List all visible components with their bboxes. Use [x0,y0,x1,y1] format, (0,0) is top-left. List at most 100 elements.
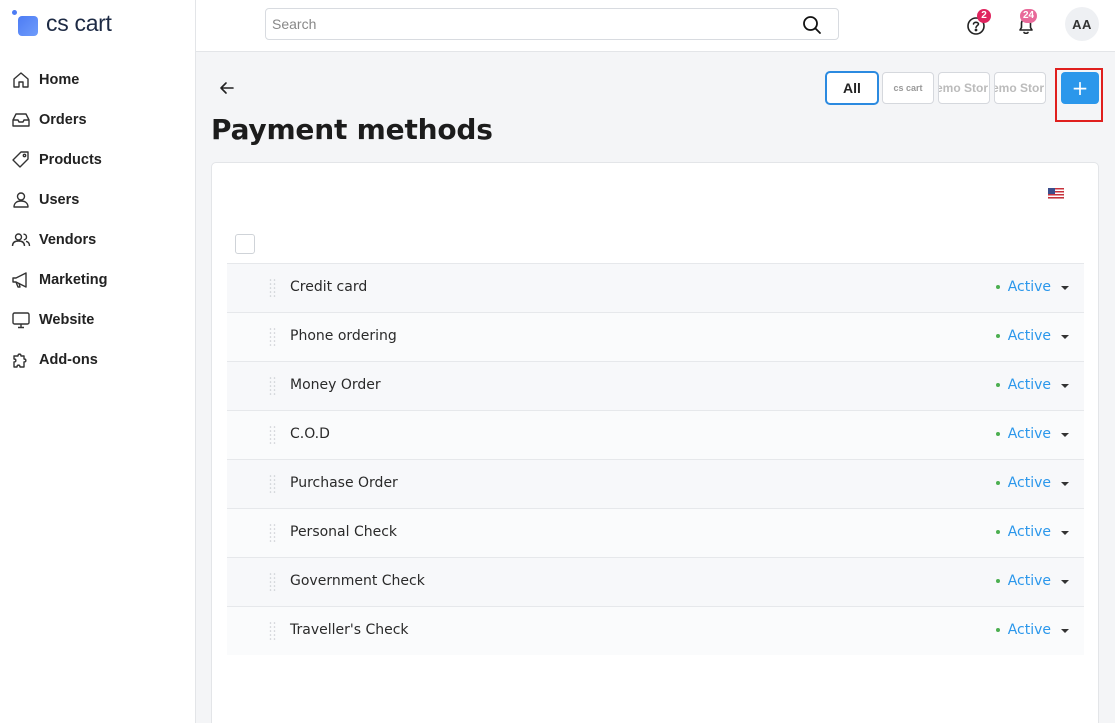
status-dot-icon [995,628,1000,632]
status-label: Active [1007,377,1051,393]
status-toggle[interactable]: Active [995,426,1051,442]
monitor-icon [12,312,30,329]
sidebar-nav: Home Orders Products Users Vendors Marke… [0,60,195,380]
store-filter-label: emo Stor [994,81,1045,95]
status-toggle[interactable]: Active [995,377,1051,393]
sidebar-item-orders[interactable]: Orders [0,100,195,140]
top-bar: 2 24 AA [196,0,1115,52]
status-dot-icon [995,530,1000,534]
payment-name[interactable]: Money Order [290,377,381,393]
status-toggle[interactable]: Active [995,279,1051,295]
logo-mark-icon [12,10,38,36]
users-icon [11,233,31,247]
sidebar-item-label: Website [39,312,95,328]
drag-handle-icon[interactable] [269,572,276,592]
payment-methods-list: Credit card Active Phone ordering Active… [227,263,1084,655]
logo[interactable]: cs cart [12,8,112,38]
store-filter-demo-store-2[interactable]: emo Stor [994,72,1046,104]
megaphone-icon [12,272,27,288]
avatar[interactable]: AA [1065,7,1099,41]
list-item[interactable]: Purchase Order Active [227,459,1084,508]
search-box [265,8,839,40]
list-item[interactable]: Personal Check Active [227,508,1084,557]
add-payment-button[interactable]: + [1061,72,1099,104]
list-item[interactable]: Government Check Active [227,557,1084,606]
sidebar: cs cart Home Orders Products Users Vendo… [0,0,196,723]
drag-handle-icon[interactable] [269,278,276,298]
status-label: Active [1007,573,1051,589]
status-dot-icon [995,334,1000,338]
sidebar-item-label: Marketing [39,272,108,288]
list-item[interactable]: Money Order Active [227,361,1084,410]
sidebar-item-label: Orders [39,112,87,128]
list-item[interactable]: C.O.D Active [227,410,1084,459]
chevron-down-icon[interactable] [1061,580,1069,584]
status-dot-icon [995,383,1000,387]
sidebar-item-home[interactable]: Home [0,60,195,100]
payment-name[interactable]: Phone ordering [290,328,397,344]
sidebar-item-add-ons[interactable]: Add-ons [0,340,195,380]
store-filter-label: cs cart [893,83,923,93]
status-label: Active [1007,475,1051,491]
chevron-down-icon[interactable] [1061,433,1069,437]
help-badge: 2 [977,9,991,23]
puzzle-icon [13,353,27,368]
logo-text: cs cart [46,9,112,36]
status-dot-icon [995,481,1000,485]
back-arrow-icon[interactable] [217,78,237,98]
list-item[interactable]: Credit card Active [227,263,1084,312]
payment-name[interactable]: Traveller's Check [290,622,409,638]
chevron-down-icon[interactable] [1061,286,1069,290]
payment-name[interactable]: Government Check [290,573,425,589]
tag-icon [12,151,29,168]
sidebar-item-label: Users [39,192,80,208]
status-toggle[interactable]: Active [995,524,1051,540]
status-dot-icon [995,285,1000,289]
drag-handle-icon[interactable] [269,376,276,396]
home-icon [13,72,29,88]
payment-name[interactable]: Personal Check [290,524,397,540]
chevron-down-icon[interactable] [1061,482,1069,486]
chevron-down-icon[interactable] [1061,335,1069,339]
sidebar-item-label: Add-ons [39,352,98,368]
store-filter-demo-store-1[interactable]: emo Stor [938,72,990,104]
sidebar-item-vendors[interactable]: Vendors [0,220,195,260]
select-all-checkbox[interactable] [235,234,255,254]
sidebar-item-marketing[interactable]: Marketing [0,260,195,300]
status-toggle[interactable]: Active [995,573,1051,589]
search-icon[interactable] [802,15,822,35]
sidebar-item-label: Home [39,72,80,88]
sidebar-item-label: Vendors [39,232,97,248]
payment-name[interactable]: Credit card [290,279,367,295]
sidebar-item-users[interactable]: Users [0,180,195,220]
list-item[interactable]: Phone ordering Active [227,312,1084,361]
status-toggle[interactable]: Active [995,328,1051,344]
status-label: Active [1007,524,1051,540]
sidebar-item-products[interactable]: Products [0,140,195,180]
store-filter-label: emo Stor [938,81,989,95]
payment-name[interactable]: Purchase Order [290,475,398,491]
page-title: Payment methods [211,113,493,146]
status-toggle[interactable]: Active [995,622,1051,638]
chevron-down-icon[interactable] [1061,384,1069,388]
status-label: Active [1007,426,1051,442]
chevron-down-icon[interactable] [1061,629,1069,633]
user-icon [13,192,29,208]
payment-name[interactable]: C.O.D [290,426,330,442]
store-filter-cscart[interactable]: cs cart [882,72,934,104]
sidebar-item-label: Products [39,152,102,168]
drag-handle-icon[interactable] [269,523,276,543]
inbox-icon [12,113,30,127]
drag-handle-icon[interactable] [269,621,276,641]
status-label: Active [1007,279,1051,295]
chevron-down-icon[interactable] [1061,531,1069,535]
list-item[interactable]: Traveller's Check Active [227,606,1084,655]
us-flag-icon[interactable] [1048,188,1064,199]
store-filter-all[interactable]: All [825,71,879,105]
status-toggle[interactable]: Active [995,475,1051,491]
drag-handle-icon[interactable] [269,425,276,445]
sidebar-item-website[interactable]: Website [0,300,195,340]
drag-handle-icon[interactable] [269,474,276,494]
search-input[interactable] [272,14,792,34]
drag-handle-icon[interactable] [269,327,276,347]
